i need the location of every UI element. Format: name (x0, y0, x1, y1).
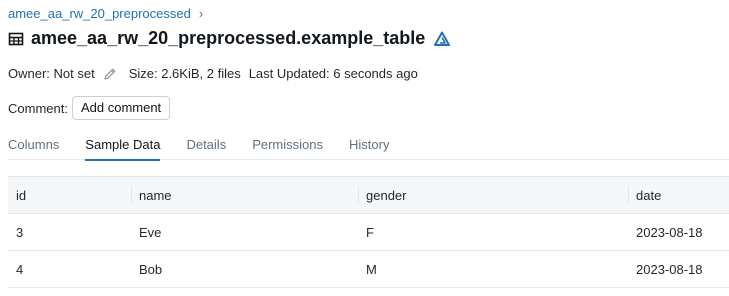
delta-icon (434, 31, 451, 47)
last-updated-text: Last Updated: 6 seconds ago (248, 66, 418, 81)
table-icon (8, 31, 24, 47)
table-row: 3 Eve F 2023-08-18 (8, 213, 729, 251)
title-row: amee_aa_rw_20_preprocessed.example_table (8, 28, 451, 49)
column-header-name[interactable]: name (131, 176, 358, 214)
metadata-row: Owner: Not set Size: 2.6KiB, 2 files Las… (8, 66, 418, 81)
table-cell: 4 (8, 250, 131, 288)
tab-columns[interactable]: Columns (8, 132, 59, 160)
tab-permissions[interactable]: Permissions (252, 132, 323, 160)
table-cell: Bob (131, 250, 358, 288)
comment-label: Comment: (8, 100, 68, 116)
tab-history[interactable]: History (349, 132, 389, 160)
tab-details[interactable]: Details (186, 132, 226, 160)
column-header-gender[interactable]: gender (358, 176, 628, 214)
table-cell: 2023-08-18 (628, 250, 729, 288)
sample-data-table: id name gender date 3 Eve F 2023-08-18 4… (8, 176, 729, 288)
tab-sample-data[interactable]: Sample Data (85, 132, 161, 161)
column-header-date[interactable]: date (628, 176, 729, 214)
table-cell: Eve (131, 213, 358, 251)
tab-bar: Columns Sample Data Details Permissions … (8, 132, 729, 161)
table-row: 4 Bob M 2023-08-18 (8, 250, 729, 288)
owner-text: Owner: Not set (8, 66, 95, 81)
table-cell: 3 (8, 213, 131, 251)
chevron-right-icon: › (198, 6, 204, 21)
table-header-row: id name gender date (8, 176, 729, 214)
breadcrumb: amee_aa_rw_20_preprocessed › (8, 6, 203, 21)
page-title: amee_aa_rw_20_preprocessed.example_table (31, 28, 426, 48)
table-cell: M (358, 250, 628, 288)
add-comment-button[interactable]: Add comment (71, 96, 171, 120)
table-cell: F (358, 213, 628, 251)
pencil-icon[interactable] (103, 67, 117, 81)
comment-row: Comment: Add comment (8, 96, 171, 120)
size-text: Size: 2.6KiB, 2 files (128, 66, 241, 81)
table-cell: 2023-08-18 (628, 213, 729, 251)
column-header-id[interactable]: id (8, 176, 131, 214)
breadcrumb-schema-link[interactable]: amee_aa_rw_20_preprocessed (8, 6, 191, 21)
